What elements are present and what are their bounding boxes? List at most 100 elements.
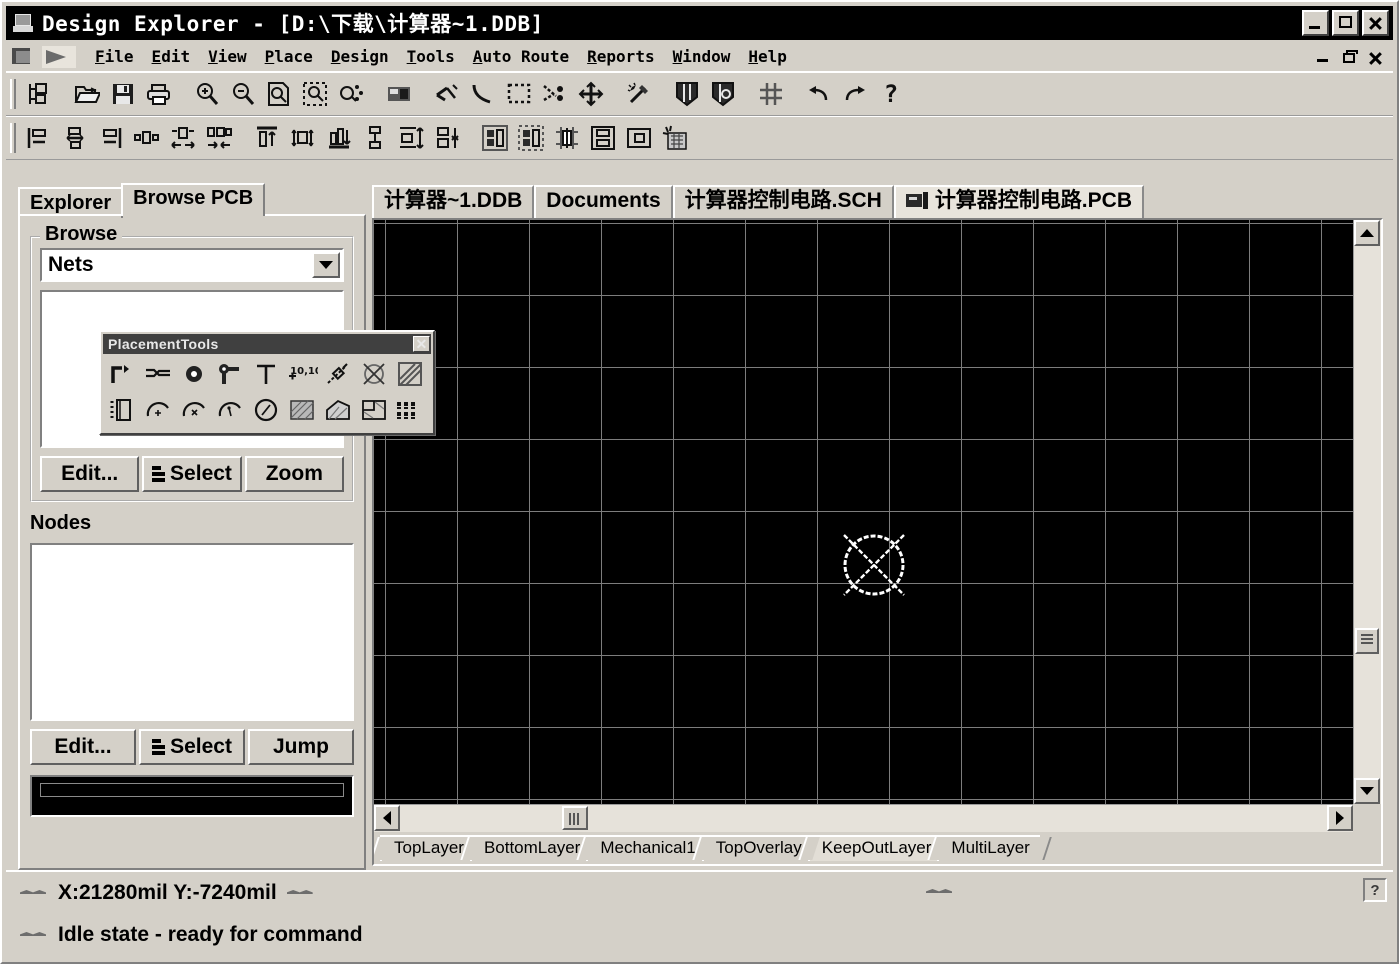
place-fill-icon[interactable] <box>392 356 428 392</box>
mdi-restore-button[interactable] <box>1337 45 1361 68</box>
horizontal-scrollbar[interactable] <box>374 804 1353 832</box>
move-selection-icon[interactable] <box>537 76 573 112</box>
arrange-in-room-icon[interactable] <box>513 120 549 156</box>
menu-item-place[interactable]: Place <box>256 45 322 68</box>
nets-select-button[interactable]: Select <box>142 456 242 492</box>
align-right-icon[interactable] <box>93 120 129 156</box>
menu-item-file[interactable]: File <box>86 45 143 68</box>
crosshair-icon[interactable] <box>573 76 609 112</box>
menu-item-window[interactable]: Window <box>664 45 740 68</box>
toolbar-grip-2[interactable] <box>10 123 16 153</box>
increase-vertical-spacing-icon[interactable] <box>393 120 429 156</box>
help-icon[interactable]: ? <box>873 76 909 112</box>
place-array-icon[interactable] <box>392 392 428 428</box>
scroll-down-button[interactable] <box>1354 778 1380 804</box>
placement-tools-palette[interactable]: PlacementTools ✕ 10,1 <box>99 330 435 435</box>
pcb-canvas[interactable] <box>374 220 1353 804</box>
place-arc-any-angle-icon[interactable] <box>212 392 248 428</box>
menu-item-reports[interactable]: Reports <box>578 45 663 68</box>
place-track-icon[interactable] <box>140 356 176 392</box>
align-top-icon[interactable] <box>249 120 285 156</box>
doc-tab-documents[interactable]: Documents <box>534 184 673 218</box>
zoom-out-icon[interactable] <box>225 76 261 112</box>
nodes-jump-button[interactable]: Jump <box>248 729 354 765</box>
decrease-horizontal-spacing-icon[interactable] <box>201 120 237 156</box>
place-component-icon[interactable] <box>104 392 140 428</box>
pan-cursor-icon[interactable] <box>429 76 465 112</box>
save-icon[interactable] <box>105 76 141 112</box>
align-bottom-icon[interactable] <box>321 120 357 156</box>
scroll-right-button[interactable] <box>1327 805 1353 831</box>
place-arc-edge-icon[interactable] <box>176 392 212 428</box>
scroll-left-button[interactable] <box>374 805 400 831</box>
menu-item-edit[interactable]: Edit <box>143 45 200 68</box>
doc-tab-sch[interactable]: 计算器控制电路.SCH <box>672 184 894 218</box>
vertical-scroll-thumb[interactable] <box>1355 628 1379 654</box>
increase-horizontal-spacing-icon[interactable] <box>165 120 201 156</box>
place-pad-icon[interactable] <box>212 356 248 392</box>
menu-item-auto-route[interactable]: Auto Route <box>464 45 578 68</box>
place-copper-pour-icon[interactable] <box>356 392 392 428</box>
arrange-outside-board-icon[interactable] <box>549 120 585 156</box>
route-line-icon[interactable] <box>465 76 501 112</box>
zoom-selected-icon[interactable] <box>333 76 369 112</box>
place-polygon-plane-icon[interactable] <box>284 392 320 428</box>
print-icon[interactable] <box>141 76 177 112</box>
undo-icon[interactable] <box>801 76 837 112</box>
zoom-in-icon[interactable] <box>189 76 225 112</box>
toolbar-grip[interactable] <box>10 79 16 109</box>
tab-browse-pcb[interactable]: Browse PCB <box>121 183 266 216</box>
vertical-scrollbar[interactable] <box>1353 220 1381 804</box>
menu-expand-arrow-icon[interactable] <box>42 45 76 68</box>
close-button[interactable] <box>1362 10 1389 36</box>
chevron-down-icon[interactable] <box>312 252 340 278</box>
mdi-close-button[interactable] <box>1363 45 1387 68</box>
minimize-button[interactable] <box>1302 10 1329 36</box>
placement-tools-title-bar[interactable]: PlacementTools ✕ <box>103 334 431 354</box>
interactive-routing-icon[interactable] <box>104 356 140 392</box>
menu-item-tools[interactable]: Tools <box>398 45 464 68</box>
board-cutout-circle[interactable] <box>840 531 908 599</box>
space-equally-vertical-icon[interactable] <box>357 120 393 156</box>
layer-tab-topoverlay[interactable]: TopOverlay <box>701 835 812 861</box>
select-region-icon[interactable] <box>501 76 537 112</box>
zoom-area-icon[interactable] <box>297 76 333 112</box>
doc-tab-pcb[interactable]: 计算器控制电路.PCB <box>893 184 1144 218</box>
component-placement-icon[interactable] <box>621 120 657 156</box>
layer-tab-multilayer[interactable]: MultiLayer <box>937 835 1040 861</box>
place-keepout-icon[interactable] <box>356 356 392 392</box>
position-component-icon[interactable] <box>477 120 513 156</box>
place-arc-center-icon[interactable] <box>140 392 176 428</box>
nodes-list[interactable] <box>30 543 354 721</box>
align-center-vertical-icon[interactable] <box>285 120 321 156</box>
close-icon[interactable]: ✕ <box>413 336 430 352</box>
align-left-icon[interactable] <box>21 120 57 156</box>
browse-type-dropdown[interactable]: Nets <box>40 248 344 282</box>
mdi-minimize-button[interactable] <box>1311 45 1335 68</box>
redo-icon[interactable] <box>837 76 873 112</box>
place-split-plane-icon[interactable] <box>320 392 356 428</box>
decrease-vertical-spacing-icon[interactable] <box>429 120 465 156</box>
layer-tab-toplayer[interactable]: TopLayer <box>380 835 474 861</box>
autoplace-icon[interactable] <box>657 120 693 156</box>
clear-selection-icon[interactable] <box>621 76 657 112</box>
place-dimension-icon[interactable] <box>320 356 356 392</box>
move-to-grid-icon[interactable] <box>585 120 621 156</box>
place-via-icon[interactable] <box>176 356 212 392</box>
layer-tab-mechanical1[interactable]: Mechanical1 <box>586 835 706 861</box>
place-full-circle-icon[interactable] <box>248 392 284 428</box>
menu-item-design[interactable]: Design <box>322 45 398 68</box>
nets-zoom-button[interactable]: Zoom <box>244 456 344 492</box>
toggle-grid-icon[interactable] <box>753 76 789 112</box>
maximize-button[interactable] <box>1332 10 1359 36</box>
zoom-document-icon[interactable] <box>261 76 297 112</box>
align-center-horizontal-icon[interactable] <box>57 120 93 156</box>
design-hierarchy-icon[interactable] <box>21 76 57 112</box>
place-coordinate-icon[interactable]: 10,10 <box>284 356 320 392</box>
place-string-icon[interactable] <box>248 356 284 392</box>
nodes-edit-button[interactable]: Edit... <box>30 729 136 765</box>
nodes-select-button[interactable]: Select <box>139 729 245 765</box>
down-component-icon[interactable] <box>705 76 741 112</box>
status-help-button[interactable]: ? <box>1363 878 1387 902</box>
doc-tab-ddb[interactable]: 计算器~1.DDB <box>372 184 535 218</box>
